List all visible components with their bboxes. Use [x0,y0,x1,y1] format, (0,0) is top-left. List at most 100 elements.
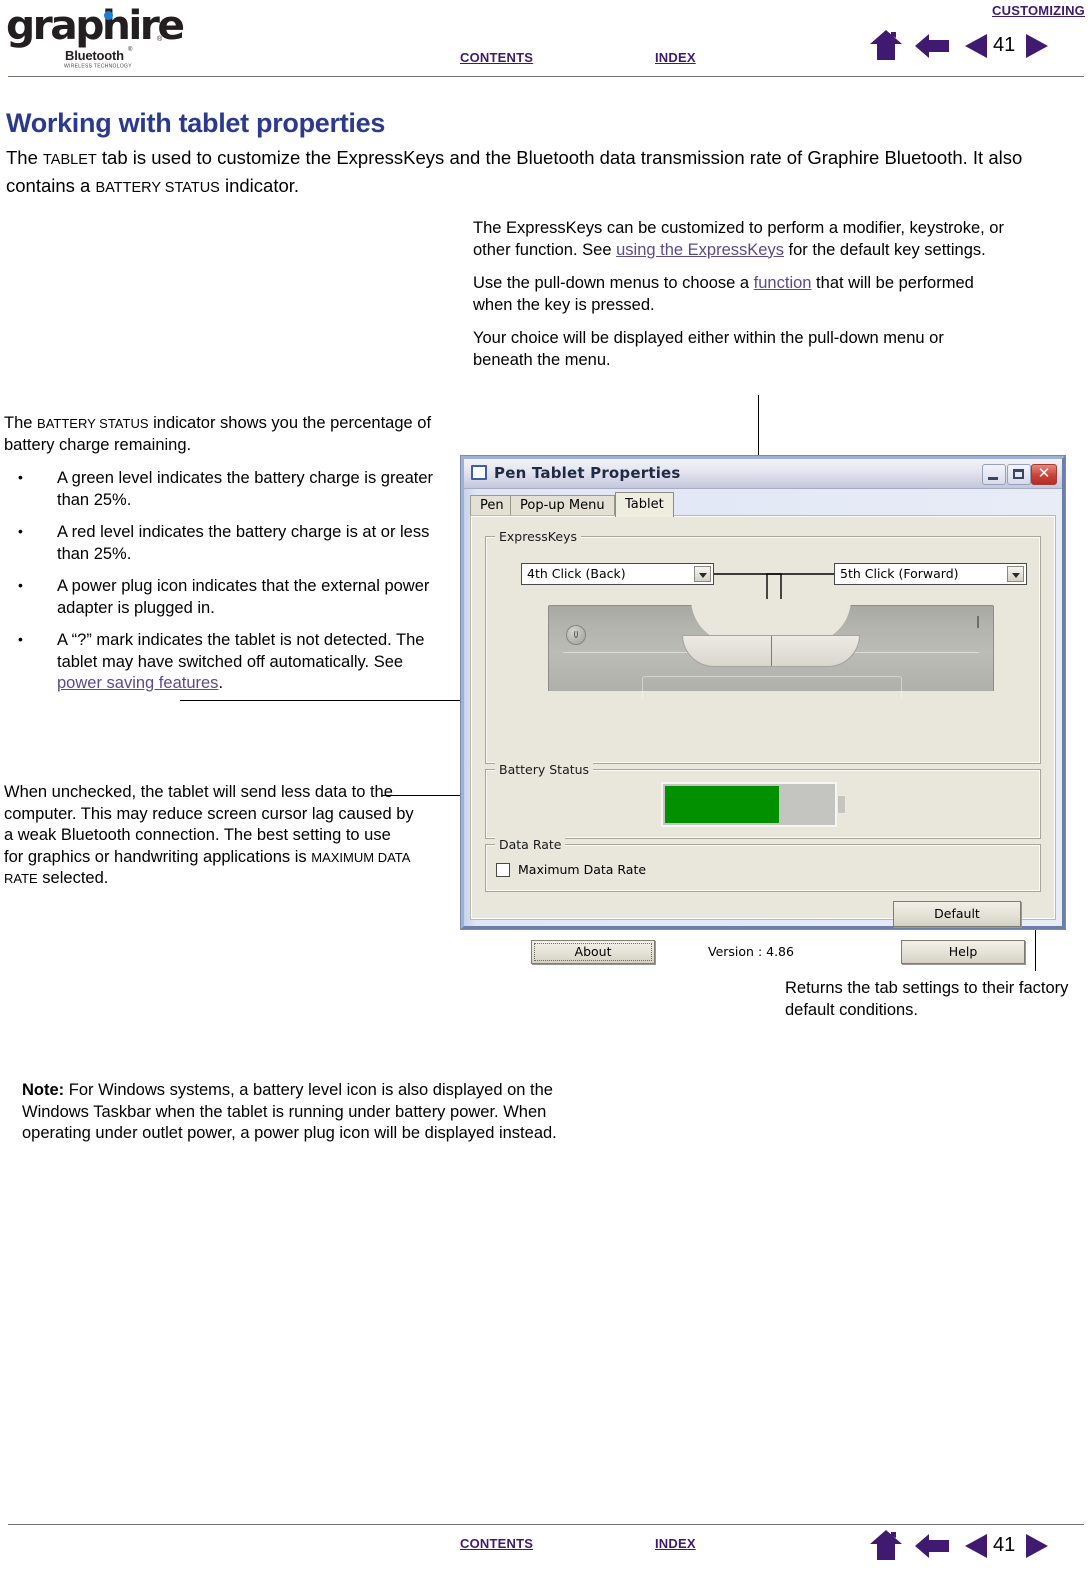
chevron-down-icon[interactable] [1007,566,1024,582]
callout-default-button-text: Returns the tab settings to their factor… [785,979,1069,1019]
link-power-saving-features[interactable]: power saving features [57,674,218,692]
maximize-button[interactable] [1007,464,1031,485]
graphire-logo: graphire ® Bluetooth ® WIRELESS TECHNOLO… [6,6,185,70]
battery-indicator [661,782,846,827]
callout-data-rate-text: When unchecked, the tablet will send les… [4,782,414,890]
callout-expresskeys-p2: Use the pull-down menus to choose a func… [473,273,1008,316]
tablet-tab-panel: ExpressKeys 4th Click (Back) 5th Click (… [470,515,1056,964]
callout-expresskeys-p1-b: for the default key settings. [783,240,986,259]
dialog-tabstrip: Pen Pop-up Menu Tablet [470,492,1056,517]
expresskey-right-dropdown[interactable]: 5th Click (Forward) [834,563,1027,585]
close-icon: ✕ [1037,464,1051,482]
minimize-icon [988,477,998,480]
callout-data-rate: When unchecked, the tablet will send les… [4,782,414,890]
header-contents-link[interactable]: CONTENTS [460,47,533,67]
logo-registered-mark: ® [157,36,163,43]
callout-battery-intro: The Battery Status indicator shows you t… [4,413,434,456]
pen-tablet-properties-dialog: Pen Tablet Properties ✕ Pen Pop-up Menu … [460,455,1066,964]
tab-tablet[interactable]: Tablet [615,492,674,517]
logo-dot-icon [104,11,113,20]
chapter-link-label: CUSTOMIZING [992,3,1085,18]
tablet-slot [977,616,979,628]
previous-page-icon[interactable] [965,34,987,58]
list-item: A green level indicates the battery char… [4,467,434,511]
link-function[interactable]: function [754,274,812,292]
callout-battery-smallcaps: Battery Status [37,416,149,431]
next-page-icon[interactable] [1026,34,1048,58]
previous-view-icon[interactable] [915,34,949,58]
callout-battery-bullet4-b: . [218,674,224,692]
callout-note-body: For Windows systems, a battery level ico… [22,1081,557,1142]
help-button[interactable]: Help [901,940,1025,964]
callout-expresskeys-p1: The ExpressKeys can be customized to per… [473,218,1008,261]
tab-pen[interactable]: Pen [470,495,514,516]
logo-bluetooth-label: Bluetooth [65,48,124,63]
callout-note-text: Note: For Windows systems, a battery lev… [22,1080,602,1145]
footer-page-number: 41 [993,1534,1016,1556]
callout-battery-status: The Battery Status indicator shows you t… [4,413,434,706]
header-page-number: 41 [993,34,1016,56]
group-data-rate-label: Data Rate [495,837,566,852]
callout-expresskeys: The ExpressKeys can be customized to per… [473,218,1008,371]
dialog-title: Pen Tablet Properties [494,464,681,482]
expresskeys-illustration [682,635,860,667]
group-expresskeys-label: ExpressKeys [495,529,581,544]
power-button-icon [566,625,586,645]
battery-shell [661,782,837,827]
footer-nav-cluster: 41 [870,1528,1085,1564]
dialog-titlebar[interactable]: Pen Tablet Properties ✕ [464,459,1062,489]
version-text: Version : 4.86 [708,944,794,959]
intro-smallcaps-tablet: Tablet [43,152,97,168]
expresskey-left-dropdown[interactable]: 4th Click (Back) [521,563,714,585]
list-item: A power plug icon indicates that the ext… [4,575,434,619]
group-battery-status: Battery Status [485,762,1041,839]
callout-battery-bullet-list: A green level indicates the battery char… [4,467,434,695]
window-icon [471,465,487,480]
header-divider [8,76,1084,77]
previous-page-icon[interactable] [965,1534,987,1558]
expresskey-right-value: 5th Click (Forward) [840,566,959,581]
about-button[interactable]: About [531,940,655,964]
maximize-icon [1013,469,1024,479]
callout-note-label: Note: [22,1081,65,1099]
tablet-plate [642,676,902,698]
home-icon[interactable] [870,1530,902,1560]
battery-fill-level [665,786,779,823]
next-page-icon[interactable] [1026,1534,1048,1558]
tablet-illustration [548,599,994,698]
expresskey-left-value: 4th Click (Back) [527,566,626,581]
maximum-data-rate-label: Maximum Data Rate [518,862,647,877]
header-index-label: INDEX [655,50,696,65]
footer-index-link[interactable]: INDEX [655,1533,696,1553]
callout-default-button: Returns the tab settings to their factor… [785,978,1085,1021]
close-button[interactable]: ✕ [1031,464,1057,485]
intro-text-c: indicator. [219,175,300,196]
previous-view-icon[interactable] [915,1534,949,1558]
chapter-link-customizing[interactable]: CUSTOMIZING [992,0,1085,20]
callout-battery-bullet4-a: A “?” mark indicates the tablet is not d… [57,631,425,671]
callout-note: Note: For Windows systems, a battery lev… [22,1080,602,1145]
footer-divider [8,1524,1084,1525]
link-using-the-expresskeys[interactable]: using the ExpressKeys [616,241,784,259]
page-root: graphire ® Bluetooth ® WIRELESS TECHNOLO… [0,0,1090,1570]
group-battery-status-label: Battery Status [495,762,594,777]
footer-contents-label: CONTENTS [460,1536,534,1551]
callout-data-rate-b: selected. [37,869,109,887]
group-expresskeys: ExpressKeys 4th Click (Back) 5th Click (… [485,529,1041,764]
battery-cap [837,795,846,814]
chevron-down-icon[interactable] [694,566,711,582]
logo-tagline: WIRELESS TECHNOLOGY [64,63,132,70]
footer-contents-link[interactable]: CONTENTS [460,1533,533,1553]
header-nav-cluster: 41 [870,28,1085,64]
logo-bluetooth-registered-mark: ® [128,47,133,53]
callout-expresskeys-p3: Your choice will be displayed either wit… [473,329,944,369]
home-icon[interactable] [870,30,902,60]
tab-popup-menu[interactable]: Pop-up Menu [510,495,615,516]
header-contents-label: CONTENTS [460,50,534,65]
group-data-rate: Data Rate Maximum Data Rate [485,837,1041,892]
page-title: Working with tablet properties [6,108,386,138]
minimize-button[interactable] [982,464,1006,485]
default-button[interactable]: Default [893,901,1021,927]
header-index-link[interactable]: INDEX [655,47,696,67]
maximum-data-rate-checkbox[interactable] [496,863,510,877]
